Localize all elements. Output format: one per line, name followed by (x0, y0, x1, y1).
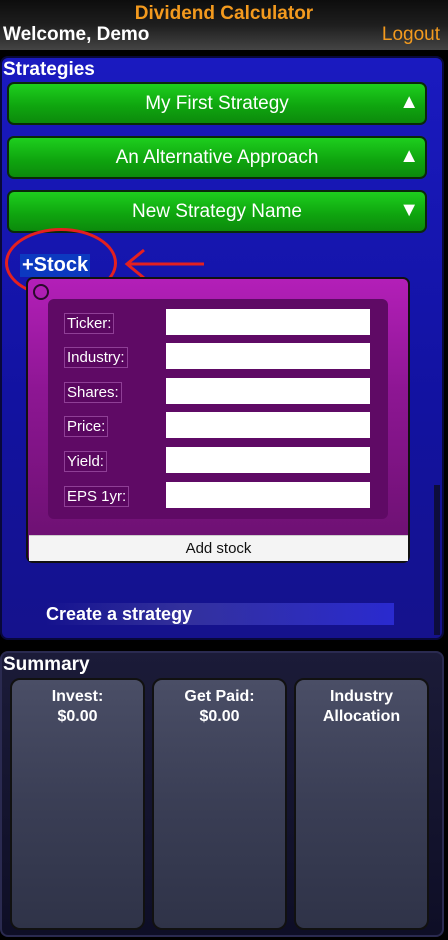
logout-link[interactable]: Logout (382, 24, 440, 46)
collapse-arrow-icon: ▲ (399, 145, 419, 167)
industry-allocation-title: Industry (329, 688, 394, 705)
shares-input[interactable] (166, 378, 370, 404)
yield-label: Yield: (64, 451, 107, 472)
strategy-label: My First Strategy (145, 93, 289, 114)
shares-row: Shares: (48, 378, 388, 408)
strategy-my-first-strategy[interactable]: My First Strategy ▲ (7, 82, 427, 125)
add-stock-form: Ticker: Industry: Shares: Price: Yield: … (26, 277, 410, 563)
welcome-message: Welcome, Demo (3, 24, 150, 45)
strategy-label: New Strategy Name (131, 201, 302, 222)
strategy-label: An Alternative Approach (115, 147, 319, 168)
strategy-alternative-approach[interactable]: An Alternative Approach ▲ (7, 136, 427, 179)
create-strategy-button[interactable]: Create a strategy (44, 603, 394, 625)
strategies-heading: Strategies (3, 59, 95, 80)
price-label: Price: (64, 416, 109, 437)
industry-row: Industry: (48, 343, 388, 373)
eps-label: EPS 1yr: (64, 486, 130, 507)
form-fields-panel: Ticker: Industry: Shares: Price: Yield: … (48, 299, 388, 519)
get-paid-value: $0.00 (199, 708, 240, 725)
industry-allocation-card: Industry Allocation (294, 678, 429, 930)
summary-heading: Summary (3, 654, 90, 675)
ticker-label: Ticker: (64, 313, 115, 334)
industry-allocation-subtitle: Allocation (322, 708, 401, 725)
add-stock-link[interactable]: +Stock (20, 254, 91, 277)
app-header: Dividend Calculator Welcome, Demo Logout (0, 0, 448, 50)
app-title: Dividend Calculator (134, 3, 314, 24)
industry-label: Industry: (64, 347, 128, 368)
price-row: Price: (48, 412, 388, 442)
get-paid-card: Get Paid: $0.00 (152, 678, 287, 930)
invest-value: $0.00 (57, 708, 98, 725)
eps-row: EPS 1yr: (48, 482, 388, 512)
drag-handle-icon[interactable] (33, 284, 49, 300)
yield-row: Yield: (48, 447, 388, 477)
collapse-arrow-icon: ▲ (399, 91, 419, 113)
eps-input[interactable] (166, 482, 370, 508)
get-paid-label: Get Paid: (184, 688, 255, 705)
strategy-new-strategy-name[interactable]: New Strategy Name ▼ (7, 190, 427, 233)
shares-label: Shares: (64, 382, 122, 403)
strategies-scrollbar[interactable] (434, 485, 440, 635)
industry-input[interactable] (166, 343, 370, 369)
yield-input[interactable] (166, 447, 370, 473)
ticker-input[interactable] (166, 309, 370, 335)
ticker-row: Ticker: (48, 309, 388, 339)
expand-arrow-icon: ▼ (399, 199, 419, 221)
invest-card: Invest: $0.00 (10, 678, 145, 930)
invest-label: Invest: (51, 688, 104, 705)
price-input[interactable] (166, 412, 370, 438)
add-stock-button[interactable]: Add stock (29, 535, 408, 561)
